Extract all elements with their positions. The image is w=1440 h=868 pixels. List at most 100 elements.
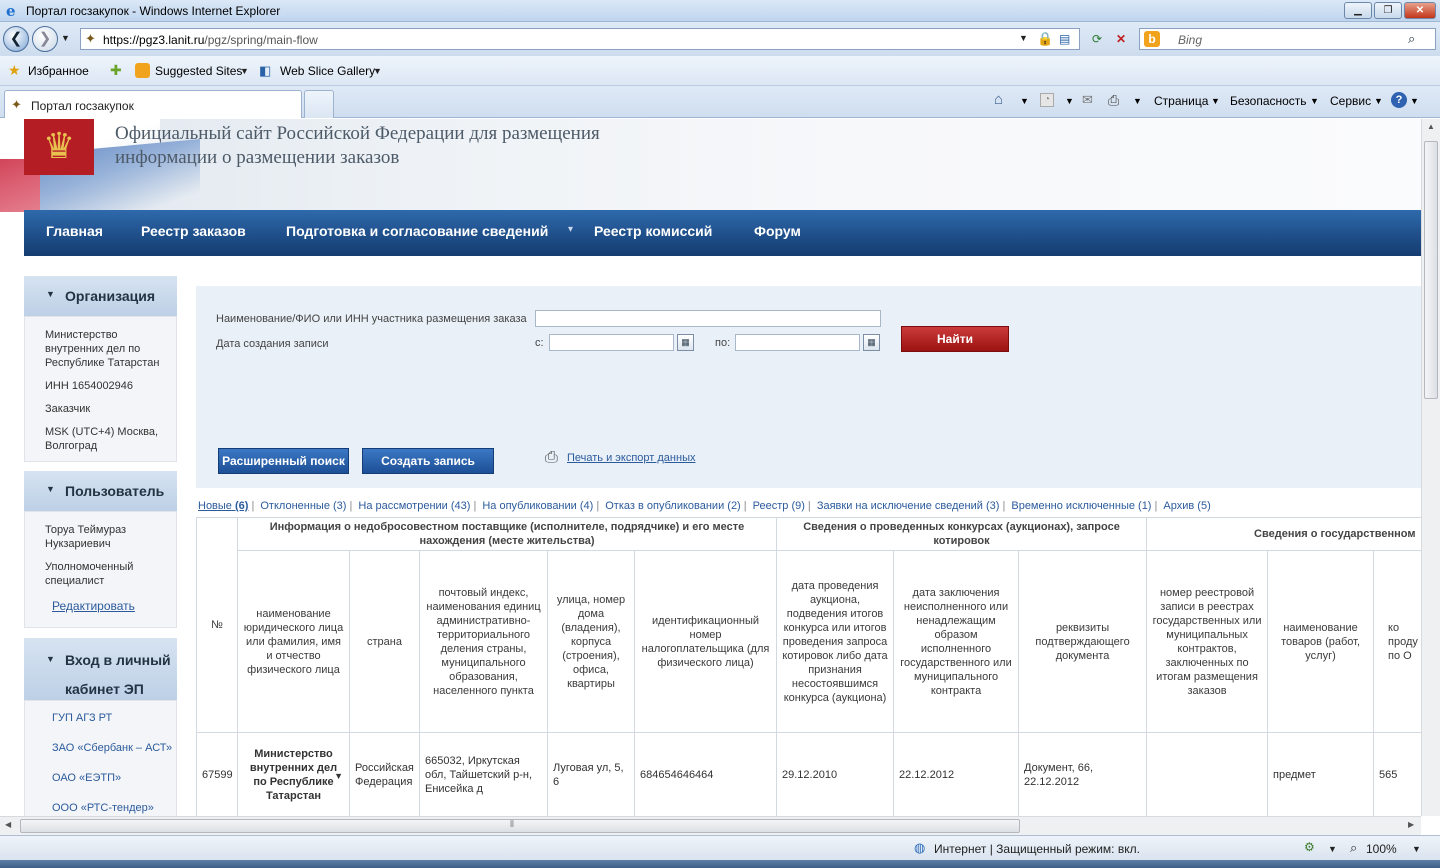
print-export-icon[interactable]: ⎙ — [545, 449, 558, 467]
tools-menu[interactable]: Сервис — [1330, 94, 1371, 108]
address-field[interactable]: ✦ https://pgz3.lanit.ru/pgz/spring/main-… — [80, 28, 1080, 50]
page-menu[interactable]: Страница — [1154, 94, 1208, 108]
suggested-sites-dropdown-icon[interactable]: ▼ — [240, 66, 249, 76]
tab-temporarily-excluded[interactable]: Временно исключенные (1) — [1011, 500, 1151, 512]
organization-panel-header[interactable]: ▼ Организация — [24, 276, 177, 316]
column-header-inn[interactable]: идентификационный номер налогоплательщик… — [633, 550, 778, 733]
web-slice-dropdown-icon[interactable]: ▼ — [373, 66, 382, 76]
column-header-postal[interactable]: почтовый индекс, наименования единиц адм… — [419, 550, 548, 733]
home-icon[interactable]: ⌂ — [994, 91, 1003, 108]
minimize-button[interactable]: ▁ — [1344, 2, 1372, 19]
compatibility-view-icon[interactable]: ▤ — [1059, 32, 1070, 46]
protected-mode-icon[interactable]: ⚙ — [1304, 840, 1315, 854]
ep-link-eetp[interactable]: ОАО «ЕЭТП» — [52, 772, 121, 784]
globe-icon: ◍ — [914, 840, 926, 855]
print-icon[interactable]: ⎙ — [1108, 92, 1119, 109]
lock-icon[interactable]: 🔒 — [1037, 31, 1053, 47]
add-to-favorites-icon[interactable]: ✚ — [110, 62, 122, 79]
tools-menu-dropdown-icon[interactable]: ▼ — [1374, 96, 1383, 106]
home-dropdown-icon[interactable]: ▼ — [1020, 96, 1029, 106]
refresh-icon[interactable]: ⟳ — [1088, 30, 1106, 48]
participant-name-input[interactable] — [535, 310, 881, 327]
web-slice-gallery-link[interactable]: Web Slice Gallery — [280, 64, 375, 78]
help-dropdown-icon[interactable]: ▼ — [1410, 96, 1419, 106]
page-menu-dropdown-icon[interactable]: ▼ — [1211, 96, 1220, 106]
column-header-auction-date[interactable]: дата проведения аукциона, подведения ито… — [776, 550, 895, 733]
search-icon[interactable]: ⌕ — [1408, 31, 1415, 47]
calendar-icon[interactable]: ▦ — [863, 334, 880, 351]
column-header-registry-no[interactable]: номер реестровой записи в реестрах госуд… — [1146, 550, 1269, 733]
horizontal-scroll-thumb[interactable]: ⦀ — [20, 819, 1020, 833]
tab-portal[interactable]: ✦ Портал госзакупок — [4, 90, 302, 118]
back-button[interactable]: ❮ — [3, 26, 29, 52]
scroll-right-arrow-icon[interactable]: ▶ — [1408, 820, 1414, 829]
maximize-button[interactable]: ❐ — [1374, 2, 1402, 19]
ep-link-agz-rt[interactable]: ГУП АГЗ РТ — [52, 712, 112, 724]
column-header-document[interactable]: реквизиты подтверждающего документа — [1018, 550, 1148, 733]
forward-button[interactable]: ❯ — [32, 26, 58, 52]
security-menu[interactable]: Безопасность — [1230, 94, 1307, 108]
zoom-icon[interactable]: ⌕ — [1350, 840, 1357, 856]
horizontal-scrollbar[interactable]: ◀ ⦀ ▶ — [0, 816, 1421, 835]
column-header-street[interactable]: улица, номер дома (владения), корпуса (с… — [547, 550, 635, 733]
row-menu-dropdown-icon[interactable]: ▼ — [334, 769, 343, 783]
nav-preparation[interactable]: Подготовка и согласование сведений — [286, 223, 548, 239]
find-button[interactable]: Найти — [901, 326, 1009, 352]
calendar-icon[interactable]: ▦ — [677, 334, 694, 351]
suggested-sites-link[interactable]: Suggested Sites — [155, 64, 242, 78]
tab-exclusion-requests[interactable]: Заявки на исключение сведений (3) — [817, 500, 1000, 512]
nav-commissions-registry[interactable]: Реестр комиссий — [594, 223, 712, 239]
date-to-input[interactable] — [735, 334, 860, 351]
nav-preparation-dropdown-icon[interactable]: ▾ — [568, 224, 573, 235]
address-dropdown-icon[interactable]: ▼ — [1019, 33, 1028, 43]
url-prefix: https:// — [103, 33, 140, 47]
ep-login-panel-header[interactable]: ▼ Вход в личный кабинет ЭП — [24, 638, 177, 700]
tab-publish-refused[interactable]: Отказ в опубликовании (2) — [605, 500, 740, 512]
tab-rejected[interactable]: Отклоненные (3) — [260, 500, 346, 512]
column-header-name[interactable]: наименование юридического лица или фамил… — [237, 550, 350, 733]
favorites-button[interactable]: Избранное — [28, 64, 89, 78]
ep-link-sberbank-ast[interactable]: ЗАО «Сбербанк – АСТ» — [52, 742, 172, 754]
create-record-button[interactable]: Создать запись — [362, 448, 494, 474]
close-button[interactable]: ✕ — [1404, 2, 1436, 19]
security-menu-dropdown-icon[interactable]: ▼ — [1310, 96, 1319, 106]
zoom-level[interactable]: 100% — [1366, 842, 1397, 856]
scroll-up-arrow-icon[interactable]: ▲ — [1427, 122, 1435, 131]
new-tab-button[interactable] — [304, 90, 334, 118]
feeds-dropdown-icon[interactable]: ▼ — [1065, 96, 1074, 106]
scroll-left-arrow-icon[interactable]: ◀ — [5, 820, 11, 829]
stop-icon[interactable]: ✕ — [1112, 30, 1130, 48]
vertical-scrollbar[interactable]: ▲ — [1421, 119, 1440, 816]
date-from-input[interactable] — [549, 334, 674, 351]
search-field[interactable]: b Bing ⌕ — [1139, 28, 1436, 50]
column-header-num[interactable]: № — [196, 517, 238, 733]
advanced-search-button[interactable]: Расширенный поиск — [218, 448, 349, 474]
user-panel: Торуа Теймураз Нукзариевич Уполномоченны… — [24, 511, 177, 628]
feeds-icon[interactable]: ◔ — [1040, 93, 1054, 107]
edit-profile-link[interactable]: Редактировать — [52, 599, 135, 613]
column-header-code[interactable]: ко проду по О — [1373, 550, 1421, 733]
protected-mode-dropdown-icon[interactable]: ▼ — [1328, 844, 1337, 854]
nav-home[interactable]: Главная — [46, 223, 103, 239]
column-header-contract-date[interactable]: дата заключения неисполненного или ненад… — [893, 550, 1020, 733]
zoom-dropdown-icon[interactable]: ▼ — [1412, 844, 1421, 854]
user-panel-header[interactable]: ▼ Пользователь — [24, 471, 177, 511]
column-header-goods[interactable]: наименование товаров (работ, услуг) — [1267, 550, 1375, 733]
tab-archive[interactable]: Архив (5) — [1163, 500, 1210, 512]
nav-forum[interactable]: Форум — [754, 223, 801, 239]
tab-publishing[interactable]: На опубликовании (4) — [482, 500, 593, 512]
vertical-scroll-thumb[interactable] — [1424, 141, 1438, 399]
read-mail-icon[interactable]: ✉ — [1082, 92, 1093, 108]
tab-under-review[interactable]: На рассмотрении (43) — [358, 500, 470, 512]
security-zone-text[interactable]: Интернет | Защищенный режим: вкл. — [934, 842, 1140, 856]
tab-registry[interactable]: Реестр (9) — [753, 500, 805, 512]
tab-new[interactable]: Новые (6) — [198, 500, 248, 512]
print-dropdown-icon[interactable]: ▼ — [1133, 96, 1142, 106]
column-header-country[interactable]: страна — [349, 550, 420, 733]
help-icon[interactable]: ? — [1391, 92, 1407, 108]
ep-link-rts-tender[interactable]: ООО «РТС-тендер» — [52, 802, 154, 814]
print-export-link[interactable]: Печать и экспорт данных — [567, 452, 695, 464]
history-dropdown-icon[interactable]: ▼ — [61, 33, 70, 43]
table-row[interactable]: 67599 Министерство внутренних дел по Рес… — [196, 732, 1421, 816]
nav-orders-registry[interactable]: Реестр заказов — [141, 223, 246, 239]
